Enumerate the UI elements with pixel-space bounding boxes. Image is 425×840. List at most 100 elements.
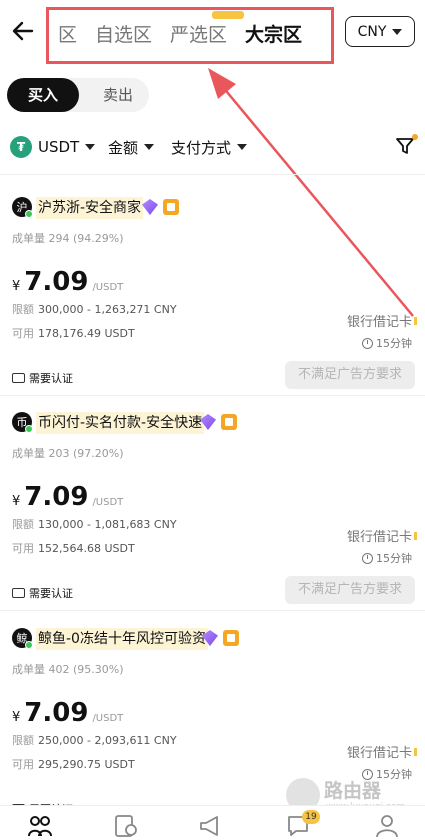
payment-time-value: 15分钟 bbox=[376, 337, 412, 350]
available-value: 178,176.49 USDT bbox=[38, 327, 135, 340]
order-stats-label: 成单量 bbox=[12, 232, 45, 245]
limit-row: 限额 300,000 - 1,263,271 CNY bbox=[12, 301, 177, 317]
new-tag bbox=[212, 11, 244, 19]
price: ¥ 7.09 /USDT bbox=[12, 698, 123, 728]
price-value: 7.09 bbox=[24, 267, 89, 297]
sell-tab[interactable]: 卖出 bbox=[87, 78, 149, 112]
tab-bulk-zone[interactable]: 大宗区 bbox=[245, 20, 302, 47]
order-stats-label: 成单量 bbox=[12, 447, 45, 460]
payment-method: 银行借记卡 bbox=[346, 746, 412, 761]
available-row: 可用 178,176.49 USDT bbox=[12, 325, 135, 341]
currency-label: CNY bbox=[357, 23, 387, 40]
buy-tab[interactable]: 买入 bbox=[7, 78, 79, 112]
ads-megaphone-icon[interactable] bbox=[198, 814, 224, 838]
price-value: 7.09 bbox=[24, 698, 89, 728]
back-arrow-icon[interactable] bbox=[10, 18, 36, 44]
buy-button-disabled[interactable]: 不满足广告方要求 bbox=[285, 361, 415, 389]
online-status-dot bbox=[25, 210, 33, 218]
id-card-icon bbox=[12, 373, 25, 383]
clock-icon bbox=[362, 552, 373, 564]
bottom-nav: 19 bbox=[0, 805, 425, 840]
order-stats-value: 402 (95.30%) bbox=[48, 663, 124, 676]
buy-sell-toggle: 买入 卖出 bbox=[7, 78, 149, 112]
payment-filter[interactable]: 支付方式 bbox=[171, 134, 248, 160]
limit-label: 限额 bbox=[12, 303, 34, 316]
limit-label: 限额 bbox=[12, 518, 34, 531]
filter-active-dot bbox=[412, 134, 418, 140]
chevron-down-icon bbox=[392, 28, 403, 35]
price: ¥ 7.09 /USDT bbox=[12, 267, 123, 297]
verification-label: 需要认证 bbox=[29, 587, 73, 600]
order-stats: 成单量 402 (95.30%) bbox=[12, 661, 124, 677]
merchant-name[interactable]: 沪苏浙-安全商家 bbox=[36, 197, 144, 219]
filter-bar: ₮ USDT 金额 支付方式 bbox=[10, 134, 420, 160]
tab-zone-partial[interactable]: 区 bbox=[58, 20, 77, 47]
available-row: 可用 295,290.75 USDT bbox=[12, 756, 135, 772]
limit-row: 限额 250,000 - 2,093,611 CNY bbox=[12, 732, 177, 748]
payment-color-bar bbox=[414, 532, 417, 540]
verification-required: 需要认证 bbox=[12, 585, 73, 601]
profile-icon[interactable] bbox=[374, 814, 400, 838]
order-stats: 成单量 294 (94.29%) bbox=[12, 230, 124, 246]
chevron-down-icon bbox=[237, 144, 248, 150]
limit-value: 250,000 - 2,093,611 CNY bbox=[38, 734, 177, 747]
price-value: 7.09 bbox=[24, 482, 89, 512]
payment-method: 银行借记卡 bbox=[346, 530, 412, 545]
available-value: 152,564.68 USDT bbox=[38, 542, 135, 555]
merchant-name[interactable]: 币闪付-实名付款-安全快速 bbox=[36, 412, 205, 434]
currency-symbol: ¥ bbox=[12, 494, 21, 509]
verification-required: 需要认证 bbox=[12, 370, 73, 386]
currency-symbol: ¥ bbox=[12, 279, 21, 294]
available-row: 可用 152,564.68 USDT bbox=[12, 540, 135, 556]
coin-filter-label: USDT bbox=[38, 138, 80, 156]
chevron-down-icon bbox=[85, 144, 96, 150]
amount-filter[interactable]: 金额 bbox=[108, 134, 155, 160]
clock-icon bbox=[362, 337, 373, 349]
available-label: 可用 bbox=[12, 542, 34, 555]
payment-color-bar bbox=[414, 317, 417, 325]
payment-color-bar bbox=[414, 748, 417, 756]
order-stats: 成单量 203 (97.20%) bbox=[12, 445, 124, 461]
limit-label: 限额 bbox=[12, 734, 34, 747]
payment-time: 15分钟 bbox=[362, 335, 412, 351]
buy-button-disabled[interactable]: 不满足广告方要求 bbox=[285, 576, 415, 604]
messages-badge: 19 bbox=[302, 810, 320, 824]
divider bbox=[0, 174, 425, 175]
online-status-dot bbox=[25, 641, 33, 649]
orders-icon[interactable] bbox=[113, 814, 139, 838]
available-value: 295,290.75 USDT bbox=[38, 758, 135, 771]
limit-row: 限额 130,000 - 1,081,683 CNY bbox=[12, 516, 177, 532]
currency-symbol: ¥ bbox=[12, 710, 21, 725]
merchant-listing[interactable]: 沪 沪苏浙-安全商家 成单量 294 (94.29%) ¥ 7.09 /USDT… bbox=[0, 197, 425, 412]
amount-filter-label: 金额 bbox=[108, 138, 139, 157]
online-status-dot bbox=[25, 425, 33, 433]
order-stats-value: 294 (94.29%) bbox=[48, 232, 124, 245]
limit-value: 130,000 - 1,081,683 CNY bbox=[38, 518, 177, 531]
top-header: 区 自选区 严选区 大宗区 CNY bbox=[0, 0, 425, 66]
divider bbox=[0, 610, 425, 611]
usdt-icon: ₮ bbox=[10, 136, 32, 158]
verification-label: 需要认证 bbox=[29, 372, 73, 385]
currency-select[interactable]: CNY bbox=[345, 16, 415, 47]
merchant-shield-icon bbox=[223, 630, 239, 646]
merchant-shield-icon bbox=[163, 199, 179, 215]
merchant-name[interactable]: 鲸鱼-0冻结十年风控可验资 bbox=[36, 628, 208, 650]
p2p-users-icon[interactable] bbox=[27, 814, 53, 838]
zone-tabs: 区 自选区 严选区 大宗区 bbox=[58, 20, 302, 47]
merchant-shield-icon bbox=[221, 414, 237, 430]
payment-time-value: 15分钟 bbox=[376, 552, 412, 565]
payment-time: 15分钟 bbox=[362, 550, 412, 566]
limit-value: 300,000 - 1,263,271 CNY bbox=[38, 303, 177, 316]
payment-filter-label: 支付方式 bbox=[171, 138, 232, 157]
watermark-text: 路由器 bbox=[324, 780, 382, 802]
available-label: 可用 bbox=[12, 327, 34, 340]
price-unit: /USDT bbox=[92, 713, 124, 724]
merchant-listing[interactable]: 币 币闪付-实名付款-安全快速 成单量 203 (97.20%) ¥ 7.09 … bbox=[0, 412, 425, 627]
price: ¥ 7.09 /USDT bbox=[12, 482, 123, 512]
tab-selected-zone[interactable]: 严选区 bbox=[170, 20, 227, 47]
tab-favorites-zone[interactable]: 自选区 bbox=[95, 20, 152, 47]
chevron-down-icon bbox=[144, 144, 155, 150]
price-unit: /USDT bbox=[92, 497, 124, 508]
payment-method: 银行借记卡 bbox=[346, 315, 412, 330]
coin-filter[interactable]: ₮ USDT bbox=[10, 134, 96, 160]
